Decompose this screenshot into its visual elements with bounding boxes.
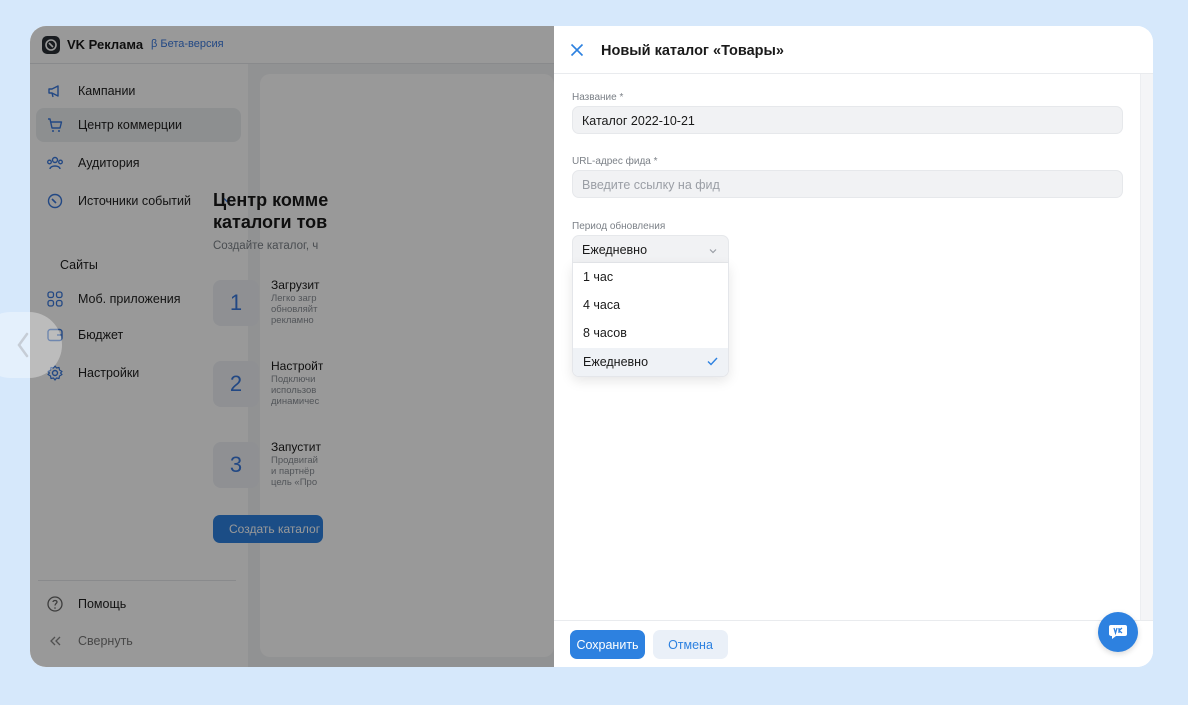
- panel-footer: Сохранить Отмена: [554, 620, 1153, 667]
- feed-url-input[interactable]: Введите ссылку на фид: [572, 170, 1123, 198]
- save-button[interactable]: Сохранить: [570, 630, 645, 659]
- vk-chat-icon: [1109, 625, 1127, 639]
- modal-overlay[interactable]: [30, 26, 554, 667]
- name-label: Название *: [572, 92, 624, 103]
- chevron-down-icon: [709, 249, 717, 254]
- url-label: URL-адрес фида *: [572, 156, 658, 167]
- cancel-button[interactable]: Отмена: [653, 630, 728, 659]
- period-option-8h[interactable]: 8 часов: [573, 319, 728, 347]
- period-option-4h[interactable]: 4 часа: [573, 291, 728, 319]
- period-select[interactable]: Ежедневно: [572, 235, 729, 263]
- app-window: VK Реклама β Бета-версия Кампании Центр …: [30, 26, 1153, 667]
- panel-header: Новый каталог «Товары»: [554, 26, 1153, 74]
- close-icon[interactable]: [570, 43, 584, 57]
- period-label: Период обновления: [572, 221, 666, 232]
- app-background: VK Реклама β Бета-версия Кампании Центр …: [30, 26, 554, 667]
- name-input[interactable]: Каталог 2022-10-21: [572, 106, 1123, 134]
- new-catalog-panel: Новый каталог «Товары» Название * Катало…: [554, 26, 1153, 667]
- option-label: Ежедневно: [583, 355, 649, 369]
- period-dropdown: 1 час 4 часа 8 часов Ежедневно: [572, 263, 729, 377]
- vk-chat-button[interactable]: [1098, 612, 1138, 652]
- chevron-left-icon: [17, 332, 29, 358]
- period-option-daily[interactable]: Ежедневно: [573, 348, 728, 376]
- panel-scrollbar[interactable]: [1140, 74, 1153, 620]
- check-icon: [707, 357, 718, 366]
- panel-title: Новый каталог «Товары»: [601, 43, 784, 59]
- period-option-1h[interactable]: 1 час: [573, 263, 728, 291]
- period-select-value: Ежедневно: [582, 243, 648, 257]
